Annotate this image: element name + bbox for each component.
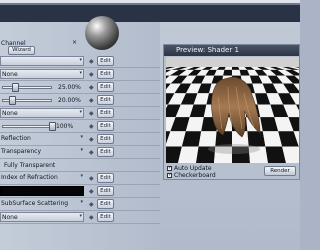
color-swatch[interactable] xyxy=(0,186,84,196)
render-button[interactable]: Render xyxy=(264,166,296,176)
property-row: 20.00% ◆ Edit xyxy=(0,94,160,107)
slider-value: 100% xyxy=(56,123,74,130)
floor-tile xyxy=(223,69,232,76)
edit-button[interactable]: Edit xyxy=(97,56,114,66)
edit-button[interactable]: Edit xyxy=(97,108,114,118)
property-row: 25.00% ◆ Edit xyxy=(0,81,160,94)
property-row: 100% ◆ Edit xyxy=(0,120,160,133)
row-label: Reflection xyxy=(1,135,31,142)
dropdown-arrow-icon[interactable]: ▾ xyxy=(80,173,83,179)
floor-tile xyxy=(247,131,266,147)
wizard-button[interactable]: Wizard xyxy=(8,46,35,55)
value-field[interactable]: ▾ xyxy=(0,56,84,66)
value-field[interactable]: None ▾ xyxy=(0,212,84,222)
checkerboard-label: Checkerboard xyxy=(174,172,216,179)
preview-window: Preview: Shader 1 ✓ Auto Update ✓ Checke… xyxy=(163,44,300,180)
edit-button[interactable]: Edit xyxy=(97,147,114,157)
dropdown-arrow-icon[interactable]: ▾ xyxy=(79,109,82,115)
property-row: Reflection ▾ ◆ Edit xyxy=(0,133,160,146)
property-row: ▾ ◆ Edit xyxy=(0,55,160,68)
bullet-icon: ◆ xyxy=(89,110,94,117)
row-label: Index of Refraction xyxy=(1,174,58,181)
bullet-icon: ◆ xyxy=(89,175,94,182)
edit-button[interactable]: Edit xyxy=(97,186,114,196)
value-field[interactable]: SubSurface Scattering ▾ xyxy=(0,199,84,209)
value-slider[interactable] xyxy=(2,96,52,105)
value-field[interactable]: Index of Refraction ▾ xyxy=(0,173,84,183)
material-sphere-icon xyxy=(85,16,119,50)
property-row: Index of Refraction ▾ ◆ Edit xyxy=(0,172,160,185)
edit-button[interactable]: Edit xyxy=(97,69,114,79)
value-slider[interactable] xyxy=(2,83,52,92)
bullet-icon: ◆ xyxy=(89,97,94,104)
property-row: ◆ Edit xyxy=(0,185,160,198)
edit-button[interactable]: Edit xyxy=(97,121,114,131)
dropdown-arrow-icon[interactable]: ▾ xyxy=(79,70,82,76)
row-label: Fully Transparent xyxy=(4,162,56,169)
property-row: None ▾ ◆ Edit xyxy=(0,211,160,224)
dropdown-arrow-icon[interactable]: ▾ xyxy=(80,199,83,205)
row-label: SubSurface Scattering xyxy=(1,200,69,207)
slider-thumb[interactable] xyxy=(11,83,19,92)
edit-button[interactable]: Edit xyxy=(97,199,114,209)
slider-thumb[interactable] xyxy=(49,122,56,131)
value-field[interactable]: None ▾ xyxy=(0,108,84,118)
auto-update-checkbox[interactable]: ✓ xyxy=(167,166,172,171)
dropdown-arrow-icon[interactable]: ▾ xyxy=(79,213,82,219)
property-row: SubSurface Scattering ▾ ◆ Edit xyxy=(0,198,160,211)
row-label: None xyxy=(2,71,18,78)
bullet-icon: ◆ xyxy=(89,201,94,208)
value-field[interactable]: None ▾ xyxy=(0,69,84,79)
property-row: None ▾ ◆ Edit xyxy=(0,107,160,120)
close-icon[interactable]: × xyxy=(72,39,77,46)
dropdown-arrow-icon[interactable]: ▾ xyxy=(80,134,83,140)
row-label: Transparency xyxy=(1,148,42,155)
edit-button[interactable]: Edit xyxy=(97,134,114,144)
preview-title: Preview: Shader 1 xyxy=(164,45,299,56)
bullet-icon: ◆ xyxy=(89,123,94,130)
checkerboard-checkbox[interactable]: ✓ xyxy=(167,173,172,178)
floor-tile xyxy=(198,131,217,147)
property-row: Fully Transparent xyxy=(0,159,160,172)
checkerboard-render xyxy=(166,57,299,163)
edit-button[interactable]: Edit xyxy=(97,95,114,105)
floor-tile xyxy=(232,69,241,76)
preview-canvas[interactable] xyxy=(166,57,299,163)
bullet-icon: ◆ xyxy=(89,58,94,65)
property-row: None ▾ ◆ Edit xyxy=(0,68,160,81)
property-row: Transparency ▾ ◆ Edit xyxy=(0,146,160,159)
slider-value: 20.00% xyxy=(58,97,81,104)
row-label: None xyxy=(2,110,18,117)
slider-thumb[interactable] xyxy=(9,96,16,105)
bullet-icon: ◆ xyxy=(89,149,94,156)
slider-value: 25.00% xyxy=(58,84,81,91)
value-field[interactable]: Transparency ▾ xyxy=(0,147,84,157)
auto-update-label: Auto Update xyxy=(174,165,212,172)
value-slider[interactable] xyxy=(2,122,56,131)
edit-button[interactable]: Edit xyxy=(97,82,114,92)
bullet-icon: ◆ xyxy=(89,71,94,78)
floor-tile xyxy=(224,67,232,70)
edit-button[interactable]: Edit xyxy=(97,173,114,183)
value-field[interactable]: Reflection ▾ xyxy=(0,134,84,144)
dropdown-arrow-icon[interactable]: ▾ xyxy=(80,147,83,153)
bullet-icon: ◆ xyxy=(89,136,94,143)
edit-button[interactable]: Edit xyxy=(97,212,114,222)
bullet-icon: ◆ xyxy=(89,84,94,91)
row-label: None xyxy=(2,214,18,221)
bullet-icon: ◆ xyxy=(89,188,94,195)
floor-tile xyxy=(232,67,240,70)
dropdown-arrow-icon[interactable]: ▾ xyxy=(79,57,82,63)
bullet-icon: ◆ xyxy=(89,214,94,221)
window-title-bar xyxy=(0,0,300,22)
